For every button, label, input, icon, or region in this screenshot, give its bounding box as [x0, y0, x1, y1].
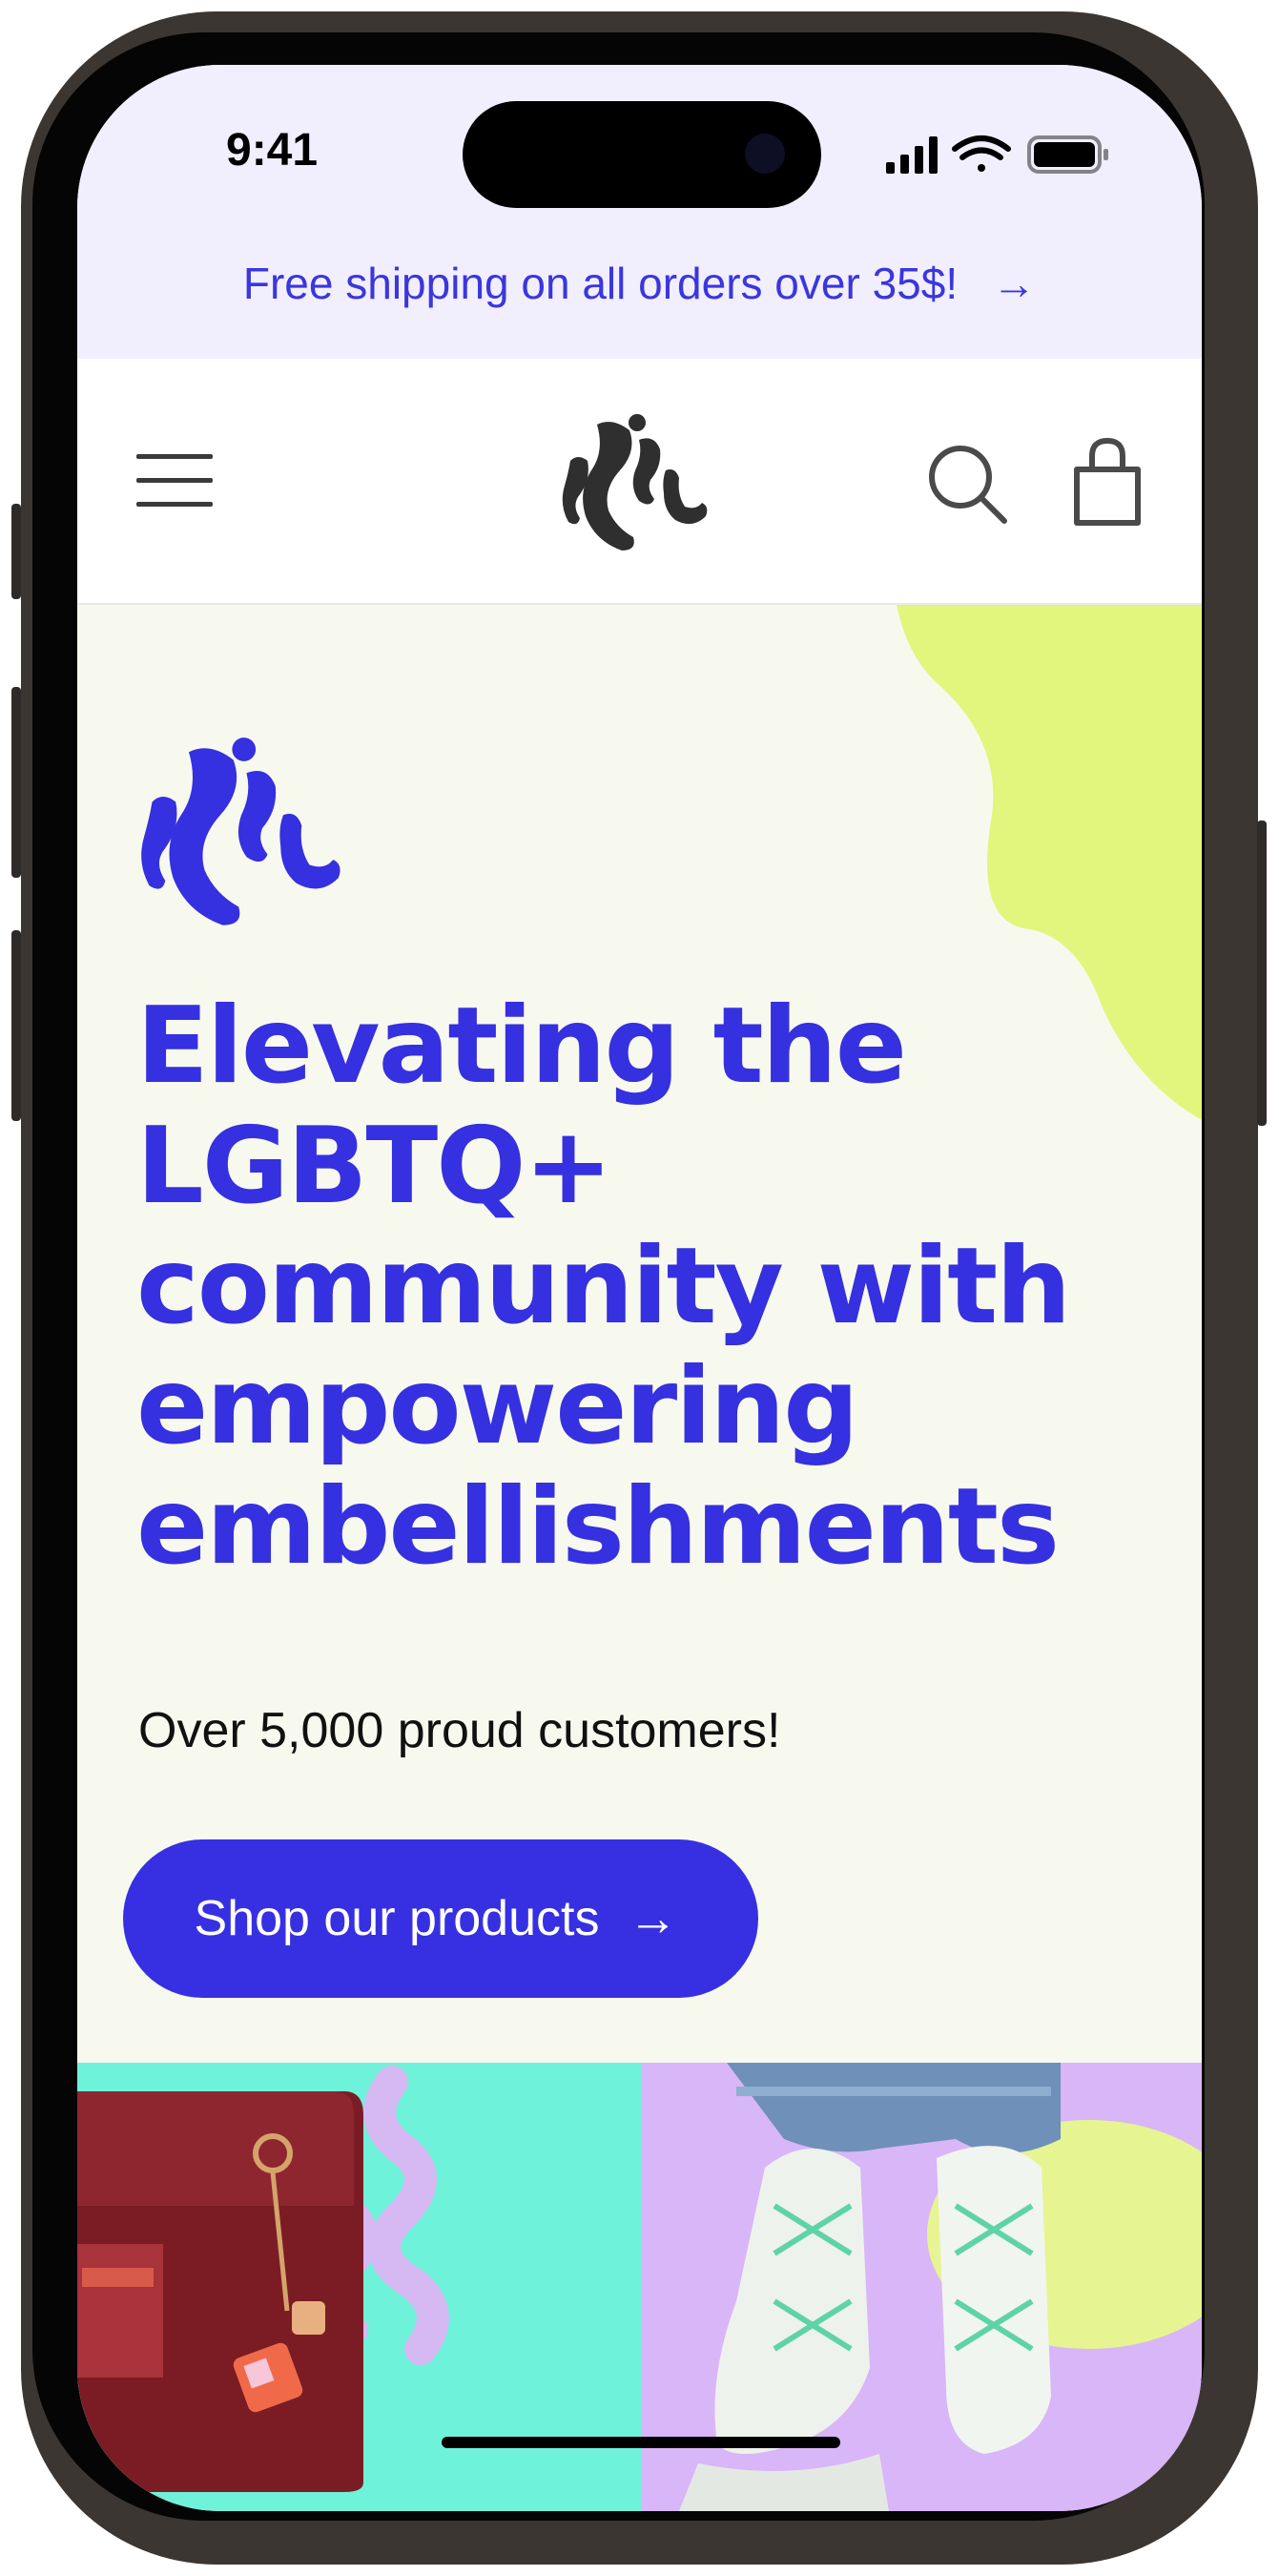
status-time: 9:41 [226, 125, 319, 176]
cta-label: Shop our products [194, 1891, 600, 1946]
headline-line: empowering [136, 1345, 859, 1468]
promo-banner[interactable]: Free shipping on all orders over 35$! → [77, 208, 1202, 359]
hero-section: Elevating the LGBTQ+ community with empo… [77, 605, 1202, 2065]
status-icons [886, 135, 1108, 174]
hero-subline: Over 5,000 proud customers! [138, 1703, 781, 1758]
volume-down-button [11, 930, 21, 1121]
brand-logo-large [141, 737, 340, 925]
headline-line: Elevating the [136, 985, 907, 1108]
search-icon[interactable] [926, 443, 1012, 529]
site-header [77, 359, 1202, 605]
promo-label: Free shipping on all orders over 35$! [242, 259, 959, 308]
power-button [1257, 821, 1267, 1126]
wifi-icon [952, 135, 1011, 172]
home-indicator[interactable] [442, 2437, 840, 2448]
headline-line: embellishments [136, 1465, 1060, 1589]
hero-headline: Elevating the LGBTQ+ community with empo… [136, 987, 1166, 1588]
status-bar: 9:41 [77, 65, 1202, 208]
arrow-right-icon: → [628, 1891, 678, 1946]
action-button [11, 504, 21, 599]
battery-icon [1027, 135, 1108, 174]
arrow-right-icon: → [992, 259, 1037, 308]
headline-line: community with [136, 1225, 1071, 1348]
headline-line: LGBTQ+ [136, 1105, 613, 1228]
hamburger-icon[interactable] [136, 454, 213, 526]
camera-icon [745, 134, 785, 174]
volume-up-button [11, 687, 21, 878]
screen: 9:41 Free shipping on all orders over 35… [77, 65, 1202, 2511]
promo-text[interactable]: Free shipping on all orders over 35$! → [77, 258, 1202, 309]
shop-products-button[interactable]: Shop our products → [123, 1839, 758, 1998]
signal-icon [886, 136, 938, 174]
shopping-bag-icon[interactable] [1069, 435, 1145, 530]
brand-logo[interactable] [559, 411, 712, 564]
